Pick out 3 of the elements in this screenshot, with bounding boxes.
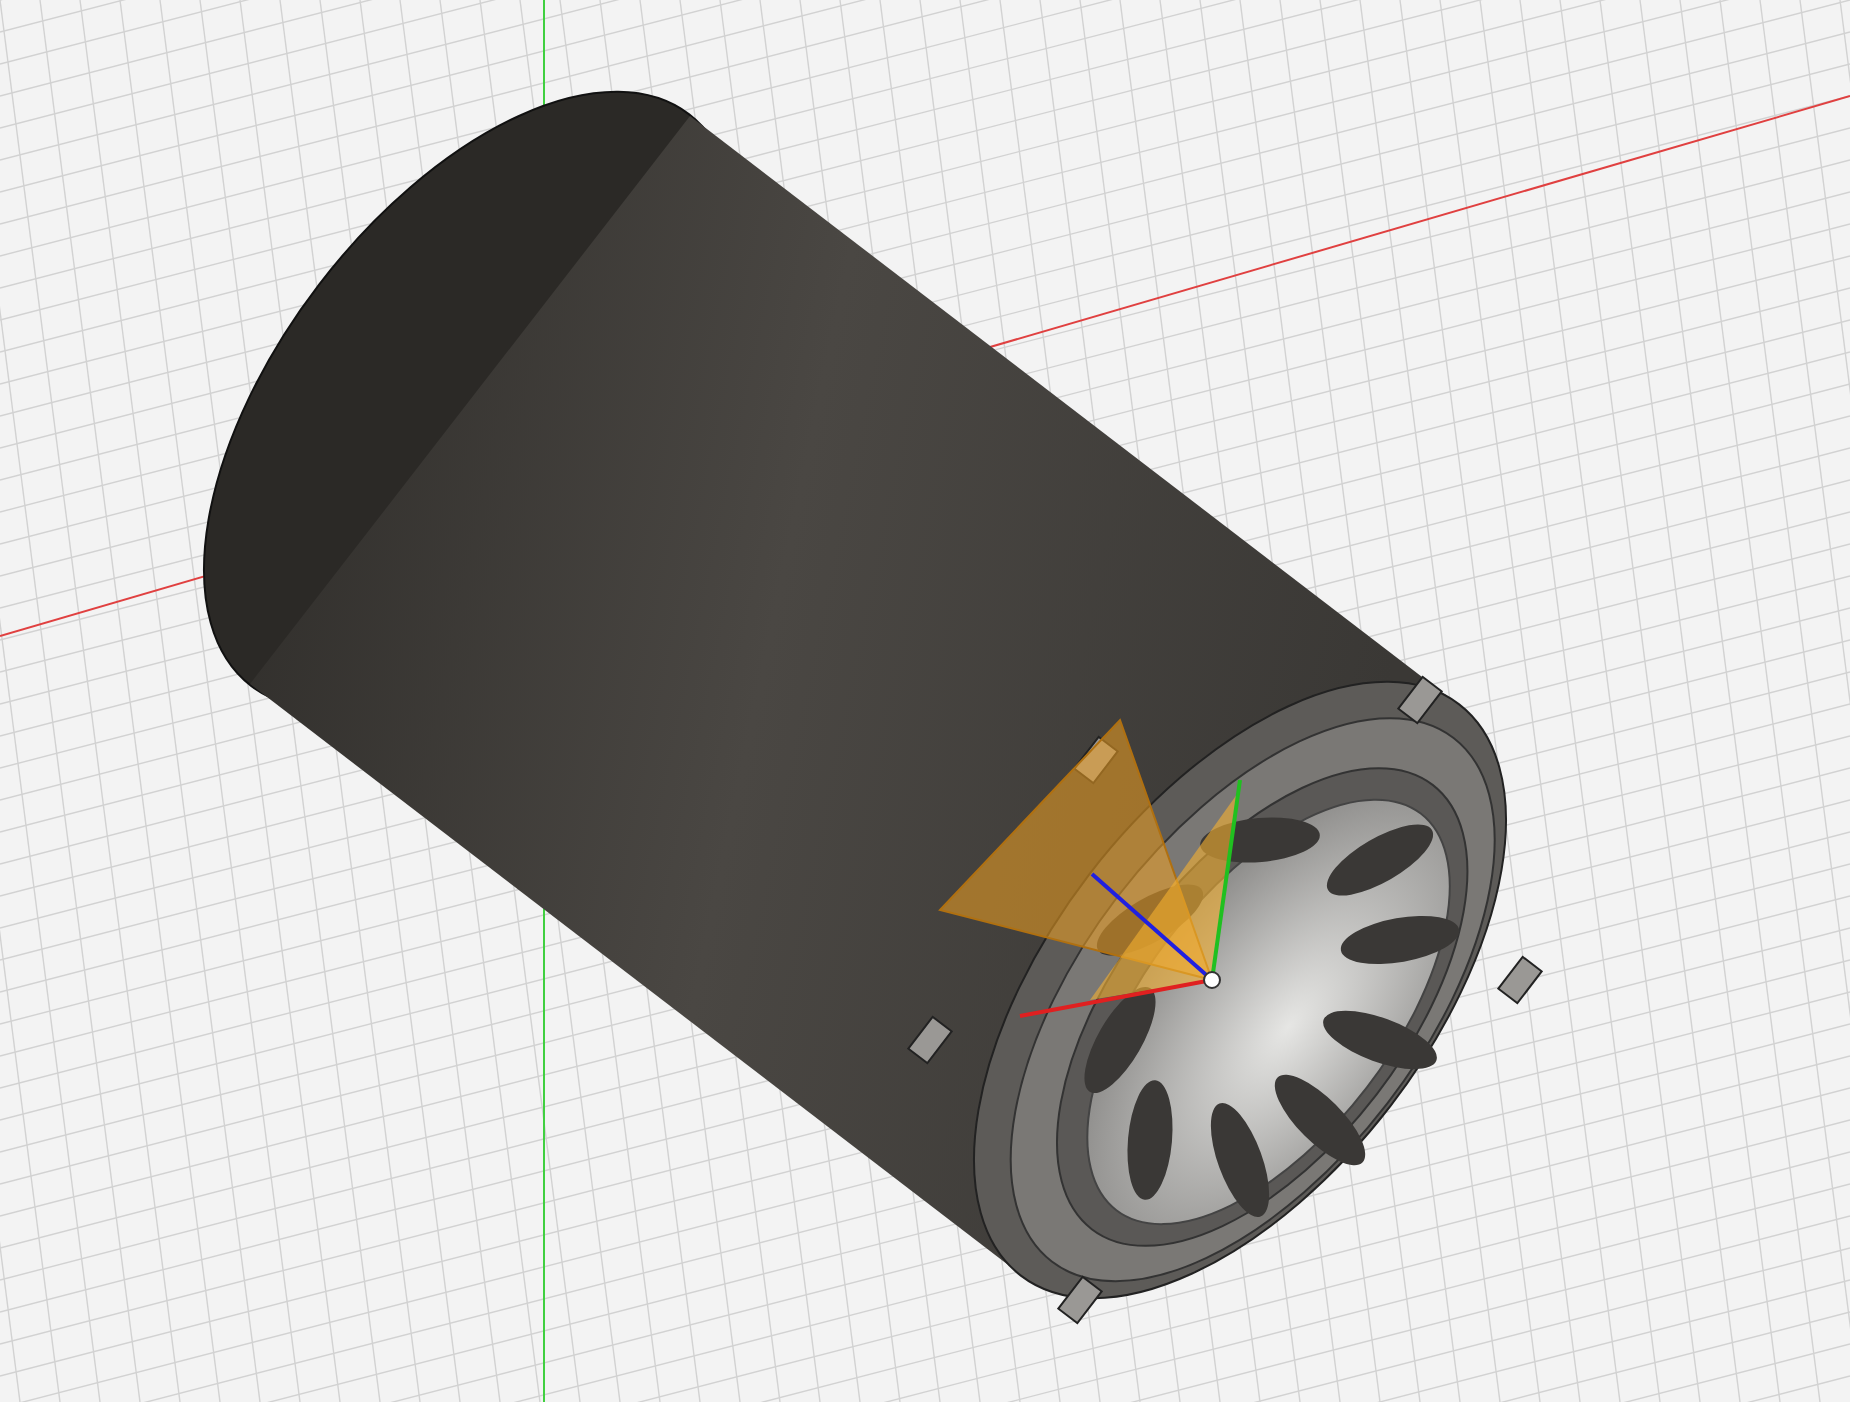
origin-planes-drawing[interactable] <box>938 718 1242 1018</box>
cylinder-model-drawing[interactable] <box>203 90 1544 1325</box>
cad-viewport[interactable] <box>0 0 1850 1402</box>
